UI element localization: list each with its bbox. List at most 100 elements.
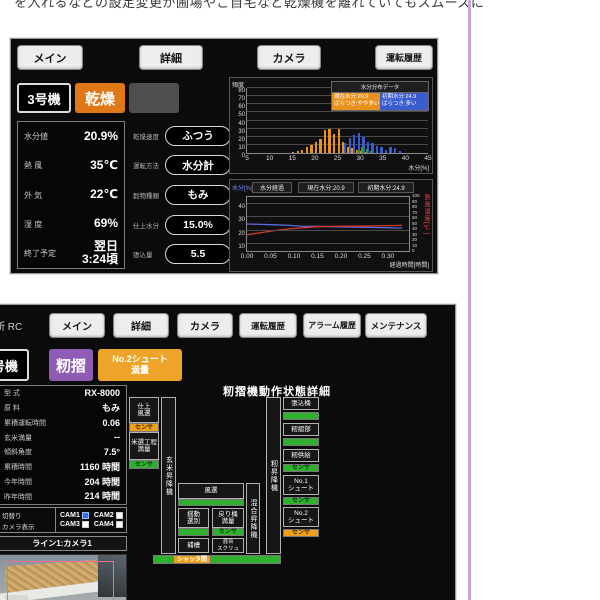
- y-tick: 70: [238, 96, 245, 102]
- huller-readout-label: 累積時間: [4, 462, 32, 472]
- x-tick: 25: [334, 155, 341, 162]
- camera-toggle-cam2[interactable]: CAM2: [94, 512, 123, 519]
- x-tick: 0.10: [288, 253, 301, 260]
- x-tick: 0.30: [382, 253, 395, 260]
- dryer-readout-label: 終了予定: [24, 248, 56, 259]
- y-tick: 40: [238, 204, 245, 210]
- camera-name: CAM2: [94, 512, 114, 519]
- dryer-panel: メイン詳細カメラ運転履歴 3号機 乾燥 水分値20.9%熱 風35℃外 気22℃…: [10, 38, 438, 274]
- gridline: [247, 203, 409, 204]
- hist-bar-初期水分: [399, 151, 401, 153]
- right-tick: 0: [412, 249, 422, 254]
- x-tick: 45: [424, 155, 431, 162]
- checkbox-icon[interactable]: [116, 512, 123, 519]
- diagram-block-chute1: No.1 シュート: [283, 475, 319, 495]
- setting-label: 張込量: [133, 249, 165, 259]
- y-tick: 20: [238, 137, 245, 143]
- nav-button-3[interactable]: カメラ: [177, 313, 233, 338]
- hist-bar-現在水分: [292, 152, 294, 153]
- hist-bar-現在水分: [297, 151, 299, 153]
- huller-readout-row-6: 累積時間1160 時間: [0, 460, 126, 475]
- huller-readout-value: RX-8000: [84, 388, 120, 398]
- huller-readout-value: 214 時間: [84, 491, 120, 501]
- hist-bar-現在水分: [301, 150, 303, 153]
- nav-button-5[interactable]: アラーム履歴: [303, 313, 361, 338]
- huller-readout-row-4: 玄米満量--: [0, 430, 126, 445]
- setting-value-button[interactable]: もみ: [165, 185, 231, 205]
- huller-readout-row-8: 昨年時間214 時間: [0, 489, 126, 504]
- nav-button-1[interactable]: メイン: [49, 313, 105, 338]
- moisture-histogram: 頻度 0102030405060708051015202530354045 水分…: [229, 77, 433, 174]
- right-tick: 80: [412, 205, 422, 210]
- machine-chip[interactable]: 3号機: [17, 83, 71, 113]
- hist-bar-現在水分: [328, 129, 330, 153]
- hist-bar-現在水分: [315, 142, 317, 153]
- nav-button-1[interactable]: メイン: [17, 45, 83, 70]
- setting-row-2: 運転方法水分計: [133, 151, 231, 181]
- dryer-readout-label: 熱 風: [24, 160, 42, 171]
- setting-value-button[interactable]: 15.0%: [165, 215, 231, 235]
- nav-button-3[interactable]: カメラ: [257, 45, 321, 70]
- camera-control: 切替り カメラ表示 CAM1CAM2CAM3CAM4: [0, 507, 127, 533]
- camera-toggle-cam4[interactable]: CAM4: [94, 521, 123, 528]
- diagram-block-swing-sorter: 揺動 選別: [178, 508, 209, 528]
- huller-readout-label: 傾斜角度: [4, 447, 32, 457]
- machine-chip[interactable]: 号機: [0, 349, 29, 381]
- x-tick: 0.15: [311, 253, 324, 260]
- hist-bar-混合: [361, 147, 363, 154]
- nav-button-4[interactable]: 運転履歴: [239, 313, 297, 338]
- site-label: 作業所 RC: [0, 318, 22, 333]
- detection-roi-overlay: [7, 561, 115, 600]
- setting-value-button[interactable]: ふつう: [165, 126, 231, 146]
- checkbox-icon[interactable]: [82, 521, 89, 528]
- y-tick: 60: [238, 104, 245, 110]
- hist-bar-混合: [357, 150, 359, 153]
- nav-button-2[interactable]: 詳細: [139, 45, 203, 70]
- diagram-block-chute2: No.2 シュート: [283, 507, 319, 527]
- setting-value-button[interactable]: 水分計: [165, 155, 231, 175]
- huller-readout-label: 玄米満量: [4, 433, 32, 443]
- huller-readout-label: 今年時間: [4, 477, 32, 487]
- page: を入れるなどの設定変更が圃場やご自宅など乾燥機を離れていてもスムーズに メイン詳…: [0, 0, 600, 600]
- trend-x-label: 経過時間[時間]: [390, 260, 429, 269]
- hist-legend-initial: 初期水分:24.9 ばらつき:多い: [380, 93, 428, 110]
- diagram-block-return-full: 戻り桶 満量: [212, 508, 244, 528]
- status-bar-wind: [178, 499, 244, 506]
- setting-label: 乾燥速度: [133, 131, 165, 141]
- x-tick: 20: [311, 155, 318, 162]
- y-tick: 20: [238, 231, 245, 237]
- nav-button-6[interactable]: メンテナンス: [365, 313, 427, 338]
- camera-name: CAM1: [60, 512, 80, 519]
- hist-bar-初期水分: [344, 143, 346, 153]
- checkbox-icon[interactable]: [116, 521, 123, 528]
- checkbox-icon[interactable]: [82, 512, 89, 519]
- sensor-bar-return: センサ: [212, 528, 244, 536]
- trend-header-3: 初期水分:24.9: [358, 182, 414, 193]
- sensor-bar-finish-wind: センサ: [129, 423, 159, 432]
- hist-bar-初期水分: [349, 138, 351, 153]
- diagram-block-grading-full: 米選工程 満量: [129, 432, 159, 460]
- camera-toggle-cam3[interactable]: CAM3: [60, 521, 89, 528]
- nav-button-4[interactable]: 運転履歴: [375, 45, 433, 70]
- shutter-closed-indicator: シャッタ閉: [173, 555, 211, 564]
- right-tick: 60: [412, 216, 422, 221]
- setting-row-5: 張込量5.5: [133, 239, 231, 269]
- huller-panel: 作業所 RC メイン詳細カメラ運転履歴アラーム履歴メンテナンス 号機 籾摺 No…: [0, 304, 456, 600]
- hist-bar-現在水分: [306, 147, 308, 153]
- dryer-readout-value: 翌日 3:24頃: [82, 240, 118, 268]
- camera-checkbox-group: CAM1 CAM2 CAM3 CAM4: [56, 508, 126, 532]
- hist-bar-初期水分: [376, 146, 378, 153]
- camera-feed: [0, 554, 127, 600]
- x-tick: 0.20: [335, 253, 348, 260]
- nav-button-2[interactable]: 詳細: [113, 313, 169, 338]
- setting-row-3: 穀物種類もみ: [133, 180, 231, 210]
- trend-right-ticks: 1009080706050403020100: [412, 194, 422, 254]
- x-tick: 0.25: [358, 253, 371, 260]
- setting-value-button[interactable]: 5.5: [165, 244, 231, 264]
- diagram-block-finish-wind: 仕上 風選: [129, 397, 159, 423]
- camera-toggle-cam1[interactable]: CAM1: [60, 512, 89, 519]
- dryer-readout-value: 69%: [94, 217, 118, 231]
- y-tick: 30: [238, 129, 245, 135]
- trend-right-axis-label: 熱風温度[℃]: [422, 194, 431, 235]
- y-tick: 10: [238, 145, 245, 151]
